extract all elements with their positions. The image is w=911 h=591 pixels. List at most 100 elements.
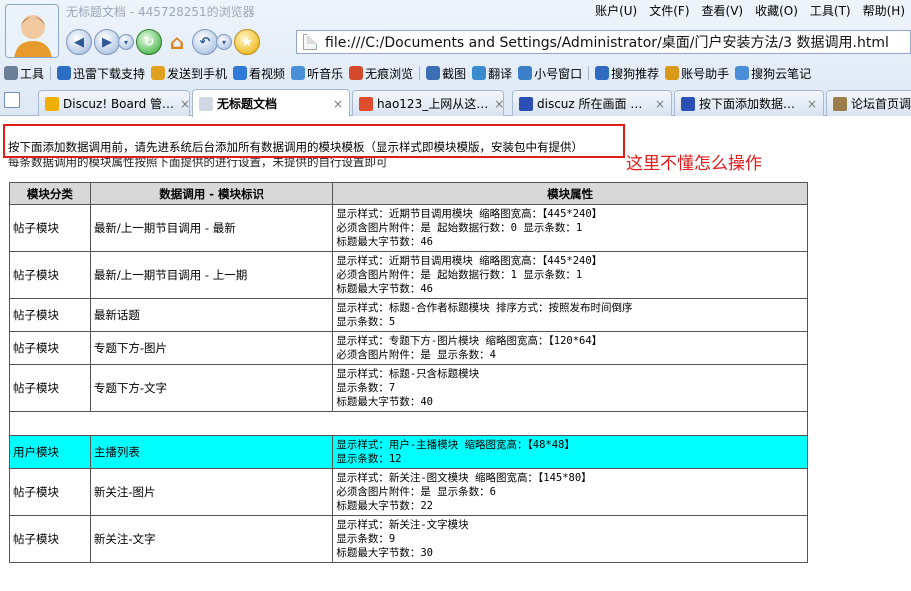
module-category-cell: 帖子模块 xyxy=(9,204,91,252)
refresh-icon[interactable]: ↻ xyxy=(136,29,162,55)
header-properties: 模块属性 xyxy=(332,182,808,205)
module-category-cell: 帖子模块 xyxy=(9,298,91,332)
video-icon xyxy=(233,66,248,80)
module-name-cell: 新关注-图片 xyxy=(89,468,334,516)
toolbar-item[interactable]: 账号助手 xyxy=(665,65,729,82)
browser-tab[interactable]: Discuz! Board 管… × xyxy=(38,90,190,116)
page-icon xyxy=(303,34,317,50)
tab-label: 论坛首页调… xyxy=(851,97,911,111)
phone-icon xyxy=(151,66,166,80)
property-line: 显示条数：5 xyxy=(336,316,396,328)
module-properties-cell: 显示样式：标题-只含标题模块 显示条数：7 标题最大字节数：40 xyxy=(332,364,808,412)
toolbar-item[interactable]: 截图 xyxy=(426,65,466,82)
translate-icon xyxy=(472,66,487,80)
module-name-cell: 最新/上一期节目调用 - 最新 xyxy=(89,204,334,252)
table-row: 用户模块 主播列表 显示样式：用户-主播模块 缩略图宽高：【48*48】 显示条数：1… xyxy=(9,435,808,469)
back-arrow-icon[interactable]: ◀ xyxy=(66,29,92,55)
undo-dropdown-icon[interactable]: ▾ xyxy=(216,34,232,50)
toolbar-item[interactable]: 无痕浏览 xyxy=(349,65,413,82)
toolbar-item-label: 搜狗推荐 xyxy=(611,66,660,81)
menu-view[interactable]: 查看(V) xyxy=(702,2,744,19)
toolbar-item[interactable]: 翻译 xyxy=(472,65,512,82)
browser-tab[interactable]: 论坛首页调… xyxy=(826,90,911,116)
module-category-cell: 帖子模块 xyxy=(9,468,91,516)
page-icon xyxy=(833,96,847,111)
thunder-icon xyxy=(57,66,72,80)
forward-arrow-icon[interactable]: ▶ xyxy=(94,29,120,55)
property-line: 显示条数：7 xyxy=(336,382,396,394)
property-line: 显示条数：9 xyxy=(336,533,396,545)
module-table: 模块分类 数据调用 - 模块标识 模块属性 帖子模块 最新/上一期节目调用 - 最… xyxy=(9,182,808,563)
browser-tab[interactable]: discuz 所在画面 … × xyxy=(512,90,672,116)
navigation-buttons: ◀ ▶ ▾ ↻ ⌂ ↶ ▾ ★ xyxy=(66,28,260,56)
toolbar-item[interactable]: 工具 xyxy=(4,65,44,82)
menu-help[interactable]: 帮助(H) xyxy=(863,2,905,19)
toolbar-item[interactable]: 发送到手机 xyxy=(151,65,227,82)
browser-tab[interactable]: hao123_上网从这… × xyxy=(352,90,504,116)
favorite-star-icon[interactable]: ★ xyxy=(234,29,260,55)
toolbar-item[interactable]: 看视频 xyxy=(233,65,285,82)
document-icon xyxy=(199,96,213,111)
tab-label: discuz 所在画面 … xyxy=(537,97,643,111)
person-icon xyxy=(518,66,533,80)
module-category-cell: 帖子模块 xyxy=(9,364,91,412)
tab-close-icon[interactable]: × xyxy=(801,97,817,111)
toolbar-item-label: 截图 xyxy=(442,66,467,81)
toolbar-item-label: 小号窗口 xyxy=(534,66,583,81)
property-line: 标题最大字节数：46 xyxy=(336,283,434,295)
toolbar-item[interactable]: 听音乐 xyxy=(291,65,343,82)
table-row: 帖子模块 最新/上一期节目调用 - 最新 显示样式：近期节目调用模块 缩略图宽高：【… xyxy=(9,204,808,252)
menu-account[interactable]: 账户(U) xyxy=(595,2,637,19)
browser-chrome: 无标题文档 - 445728251的浏览器 账户(U) 文件(F) 查看(V) … xyxy=(0,0,911,117)
module-properties-cell: 显示样式：新关注-图文模块 缩略图宽高：【145*80】 必须含图片附件：是 显示… xyxy=(332,468,808,516)
property-line: 显示样式：近期节目调用模块 缩略图宽高：【445*240】 xyxy=(336,208,603,220)
module-name-cell: 新关注-文字 xyxy=(89,515,334,563)
table-row: 帖子模块 专题下方-文字 显示样式：标题-只含标题模块 显示条数：7 标题最大字节数：4… xyxy=(9,364,808,412)
module-category-cell: 用户模块 xyxy=(9,435,91,469)
table-row: 帖子模块 最新话题 显示样式：标题-合作者标题模块 排序方式：按照发布时间倒序 显示条… xyxy=(9,298,808,332)
undo-close-icon[interactable]: ↶ xyxy=(192,29,218,55)
property-line: 显示样式：新关注-文字模块 xyxy=(336,519,469,531)
menu-bar: 账户(U) 文件(F) 查看(V) 收藏(O) 工具(T) 帮助(H) xyxy=(595,2,905,19)
toolbar-item[interactable]: 搜狗推荐 xyxy=(595,65,659,82)
toolbar-item[interactable]: 搜狗云笔记 xyxy=(735,65,811,82)
user-avatar-icon[interactable] xyxy=(5,4,59,58)
tab-bar: Discuz! Board 管… × 无标题文档 × hao123_上网从这… × disc… xyxy=(0,88,911,117)
menu-favorites[interactable]: 收藏(O) xyxy=(755,2,798,19)
toolbar-item[interactable]: 小号窗口 xyxy=(518,65,582,82)
menu-tools[interactable]: 工具(T) xyxy=(810,2,851,19)
module-properties-cell: 显示样式：用户-主播模块 缩略图宽高：【48*48】 显示条数：12 xyxy=(332,435,808,469)
toolbar-item[interactable]: 迅雷下载支持 xyxy=(57,65,145,82)
module-properties-cell: 显示样式：近期节目调用模块 缩略图宽高：【445*240】 必须含图片附件：是 起… xyxy=(332,251,808,299)
toolbar-item-label: 翻译 xyxy=(488,66,513,81)
toolbar-item-label: 账号助手 xyxy=(681,66,730,81)
toolbar-item-label: 无痕浏览 xyxy=(365,66,414,81)
toolbar-item-label: 搜狗云笔记 xyxy=(751,66,812,81)
address-url[interactable]: file:///C:/Documents and Settings/Admini… xyxy=(325,32,889,52)
module-properties-cell: 显示样式：标题-合作者标题模块 排序方式：按照发布时间倒序 显示条数：5 xyxy=(332,298,808,332)
table-spacer-row xyxy=(9,411,808,436)
tab-close-icon[interactable]: × xyxy=(488,97,503,111)
address-bar[interactable]: file:///C:/Documents and Settings/Admini… xyxy=(296,30,911,54)
tab-close-icon[interactable]: × xyxy=(174,97,189,111)
browser-tab[interactable]: 无标题文档 × xyxy=(192,89,350,117)
property-line: 必须含图片附件：是 起始数据行数：1 显示条数：1 xyxy=(336,269,583,281)
tab-close-icon[interactable]: × xyxy=(649,97,665,111)
home-icon[interactable]: ⌂ xyxy=(164,29,190,55)
paw-icon xyxy=(519,96,533,111)
module-category-cell: 帖子模块 xyxy=(9,331,91,365)
toolbar-separator xyxy=(50,66,52,80)
property-line: 显示条数：12 xyxy=(336,453,402,465)
toolbar-item-label: 发送到手机 xyxy=(167,66,228,81)
property-line: 标题最大字节数：30 xyxy=(336,547,434,559)
property-line: 显示样式：标题-合作者标题模块 排序方式：按照发布时间倒序 xyxy=(336,302,633,314)
property-line: 显示样式：新关注-图文模块 缩略图宽高：【145*80】 xyxy=(336,472,592,484)
browser-tab[interactable]: 按下面添加数据… × xyxy=(674,90,824,116)
table-body: 帖子模块 最新/上一期节目调用 - 最新 显示样式：近期节目调用模块 缩略图宽高：【… xyxy=(9,204,808,563)
property-line: 标题最大字节数：22 xyxy=(336,500,434,512)
menu-file[interactable]: 文件(F) xyxy=(649,2,689,19)
window-title: 无标题文档 - 445728251的浏览器 xyxy=(66,5,255,19)
tab-label: 无标题文档 xyxy=(217,97,278,111)
tab-close-icon[interactable]: × xyxy=(327,97,343,111)
history-dropdown-icon[interactable]: ▾ xyxy=(118,34,134,50)
